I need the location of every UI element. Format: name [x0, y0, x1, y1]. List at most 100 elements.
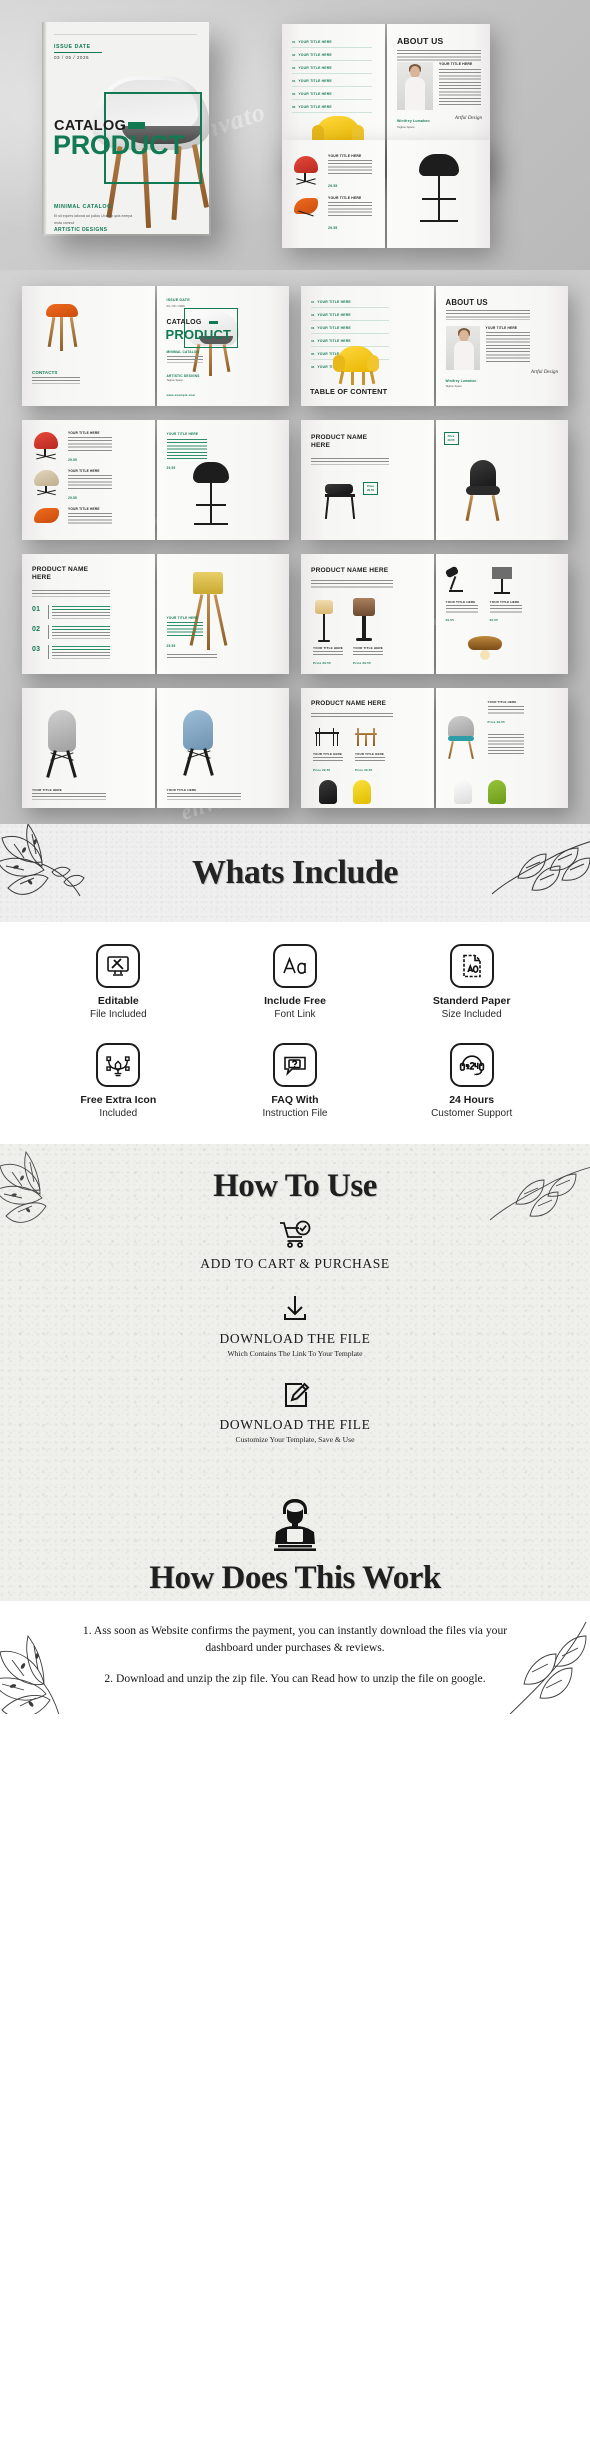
whats-include-heading: Whats Include: [191, 854, 399, 891]
list-number: 01: [32, 606, 41, 613]
product-heading: PRODUCT NAME HERE: [311, 567, 389, 574]
cart-check-icon: [0, 1217, 590, 1251]
feature-subtitle: Size Included: [441, 1009, 502, 1021]
item-price: 29.55: [166, 466, 176, 470]
toc-item-number: 01: [292, 40, 296, 44]
about-sub-heading: YOUR TITLE HERE: [439, 62, 473, 66]
feature-subtitle: Font Link: [274, 1009, 316, 1021]
headset-24-icon: [449, 1043, 494, 1088]
catalog-front-cover: ISSUE DATE 03 / 05 / 2026 CATALOG PRODUC…: [42, 22, 209, 234]
toc-item-number: 04: [311, 339, 315, 343]
font-aa-icon: [272, 944, 317, 988]
toc-item-label: YOUR TITLE HERE: [298, 79, 332, 83]
feature-title: Include Free: [264, 995, 326, 1007]
edit-pencil-icon: [0, 1378, 590, 1412]
toc-item-number: 01: [311, 300, 315, 304]
item-title: YOUR TITLE HERE: [328, 196, 362, 200]
lamp-showcase-page: YOUR TITLE HERE 29.55: [156, 554, 289, 674]
toc-item-label: YOUR TITLE HERE: [298, 92, 332, 96]
colors-page: YOUR TITLE HERE Price 29.55: [435, 688, 568, 808]
floral-decoration-icon: [491, 841, 590, 895]
toc-item-label: YOUR TITLE HERE: [298, 66, 332, 70]
chair-blue-page: YOUR TITLE HERE: [156, 688, 289, 808]
product-heading: PRODUCT NAME HERE: [311, 434, 368, 450]
feature-title: Standerd Paper: [432, 995, 511, 1007]
floral-decoration-icon: [509, 1621, 587, 1714]
toc-item-number: 04: [292, 79, 296, 83]
toc-item-label: YOUR TITLE HERE: [298, 105, 332, 109]
pen-tool-icon: [96, 1043, 141, 1088]
front-cover-page: ISSUE DATE 03 / 05 / 2026 CATALOG PRODUC…: [156, 286, 289, 406]
signature: Artful Design: [454, 116, 482, 121]
issue-date-value: 03 / 05 / 2026: [54, 55, 90, 60]
product-heading: PRODUCT NAME HERE: [32, 566, 89, 582]
cover-brand: ARTISTIC DESIGNS: [166, 374, 200, 378]
cover-url: www.example.com: [166, 393, 196, 397]
toc-item-label: YOUR TITLE HERE: [317, 300, 351, 304]
about-name: Winifrey Lumahon: [397, 119, 430, 123]
price-badge: Price 29.55: [363, 482, 378, 496]
cover-accent-dash: [128, 122, 145, 129]
item-title: YOUR TITLE HERE: [313, 646, 344, 650]
toc-item-number: 03: [311, 326, 315, 330]
toc-item-label: YOUR TITLE HERE: [317, 326, 351, 330]
item-title: YOUR TITLE HERE: [166, 616, 199, 620]
chair-grey-page: YOUR TITLE HERE: [22, 688, 155, 808]
item-title: YOUR TITLE HERE: [487, 700, 517, 704]
yellow-armchair-photo: [333, 346, 379, 386]
item-price: 29.55: [166, 644, 176, 648]
item-title: YOUR TITLE HERE: [489, 600, 520, 604]
question-bubble-icon: [272, 1043, 317, 1088]
model-photo: [445, 326, 480, 370]
how-does-this-work-heading: How Does This Work: [149, 1560, 441, 1597]
toc-item-label: YOUR TITLE HERE: [298, 40, 332, 44]
outro-section: 1. Ass soon as Website confirms the paym…: [0, 1601, 590, 1714]
step-subtitle: Customize Your Template, Save & Use: [235, 1435, 355, 1445]
floral-decoration-icon: [0, 824, 85, 897]
toc-item: 04 YOUR TITLE HERE: [292, 79, 332, 83]
step-item: DOWNLOAD THE FILE Which Contains The Lin…: [0, 1292, 590, 1358]
toc-item: 04 YOUR TITLE HERE: [311, 339, 351, 343]
toc-item-number: 06: [292, 105, 296, 109]
cover-body-text: Et sit expres laborat ad pollou Ut eium …: [54, 214, 133, 225]
whats-include-banner: Whats Include: [0, 824, 590, 922]
item-price: Price 29.55: [355, 768, 373, 772]
item-title: YOUR TITLE HERE: [32, 788, 63, 792]
toc-item-number: 05: [292, 92, 296, 96]
product-list-page: YOUR TITLE HERE 29.55 YOUR TITLE HERE 29…: [282, 140, 385, 248]
item-title: YOUR TITLE HERE: [68, 469, 100, 473]
product-list-page: YOUR TITLE HERE 29.55 YOUR TITLE HERE 29…: [22, 420, 155, 540]
item-title: YOUR TITLE HERE: [166, 432, 199, 436]
about-role: Tagline Space: [445, 385, 462, 388]
contacts-label: CONTACTS: [32, 370, 58, 375]
toc-item: 02 YOUR TITLE HERE: [292, 53, 332, 57]
feature-item: 24 Hours Customer Support: [387, 1043, 556, 1120]
spread-lamps: PRODUCT NAME HERE YOUR TITLE HERE Price …: [301, 554, 568, 674]
feature-subtitle: Included: [99, 1108, 138, 1120]
toc-item: 02 YOUR TITLE HERE: [311, 313, 351, 317]
cover-subhead: MINIMAL CATALOG: [54, 204, 112, 210]
cover-brand: ARTISTIC DESIGNS: [54, 227, 108, 233]
spread-cover-back: CONTACTS ISSUE DATE 03 / 05 / 2026 CATAL…: [22, 286, 289, 406]
how-to-use-section: How To Use ADD TO CART & PURCHASE DOWNLO…: [0, 1144, 590, 1602]
how-to-use-steps: ADD TO CART & PURCHASE DOWNLOAD THE FILE…: [0, 1211, 590, 1490]
floral-decoration-icon: [0, 1634, 60, 1714]
spread-numbered-list: PRODUCT NAME HERE 01 02 03 YOUR TITLE HE…: [22, 554, 289, 674]
tables-page: PRODUCT NAME HERE YOUR TITLE HERE Price …: [301, 688, 434, 808]
numbered-list-page: PRODUCT NAME HERE 01 02 03: [22, 554, 155, 674]
list-number: 02: [32, 626, 41, 633]
toc-item: 01 YOUR TITLE HERE: [311, 300, 351, 304]
cover-subhead: MINIMAL CATALOG: [166, 350, 200, 354]
step-subtitle: Which Contains The Link To Your Template: [227, 1349, 363, 1359]
item-price: Price 29.55: [487, 720, 505, 724]
back-cover-page: CONTACTS: [22, 286, 155, 406]
how-to-use-header: How To Use: [0, 1144, 590, 1224]
signature: Artful Design: [530, 370, 558, 375]
about-heading: ABOUT US: [445, 298, 488, 307]
spread-tables-colors: PRODUCT NAME HERE YOUR TITLE HERE Price …: [301, 688, 568, 808]
feature-title: Editable: [97, 995, 139, 1007]
toc-heading: TABLE OF CONTENT: [310, 387, 388, 396]
item-title: YOUR TITLE HERE: [68, 507, 100, 511]
about-sub-heading: YOUR TITLE HERE: [485, 326, 518, 330]
editable-screen-icon: [96, 944, 141, 988]
